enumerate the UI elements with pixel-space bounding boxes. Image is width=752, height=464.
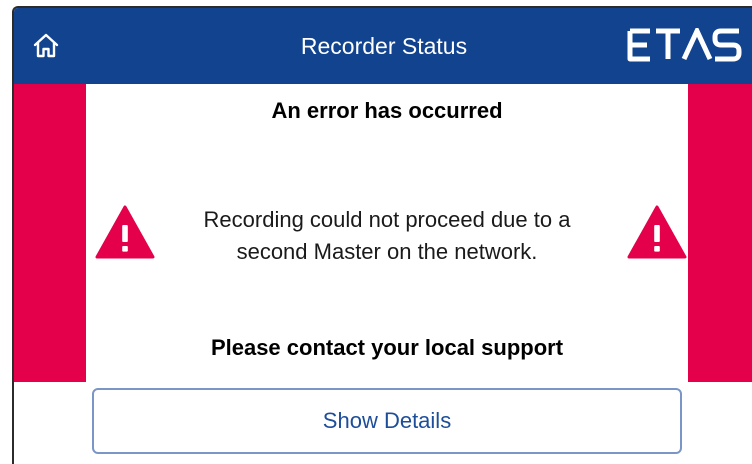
header-bar: Recorder Status <box>14 8 752 84</box>
warning-triangle-icon <box>627 205 687 259</box>
recorder-status-screen: Recorder Status An error has occurred Re… <box>12 6 752 464</box>
error-message-line-2: second Master on the network. <box>236 239 538 264</box>
support-message: Please contact your local support <box>210 335 564 360</box>
home-icon <box>33 33 59 58</box>
show-details-button[interactable]: Show Details <box>92 388 682 454</box>
home-button[interactable] <box>28 30 64 62</box>
error-accent-bar-left <box>14 84 86 382</box>
error-panel: An error has occurred Recording could no… <box>86 84 688 382</box>
error-message: Recording could not proceed due to a sec… <box>150 204 624 268</box>
warning-triangle-icon <box>95 205 155 259</box>
error-message-line-1: Recording could not proceed due to a <box>203 207 571 232</box>
error-accent-bar-right <box>686 84 752 382</box>
error-heading: An error has occurred <box>271 98 503 123</box>
etas-logo <box>627 28 742 62</box>
